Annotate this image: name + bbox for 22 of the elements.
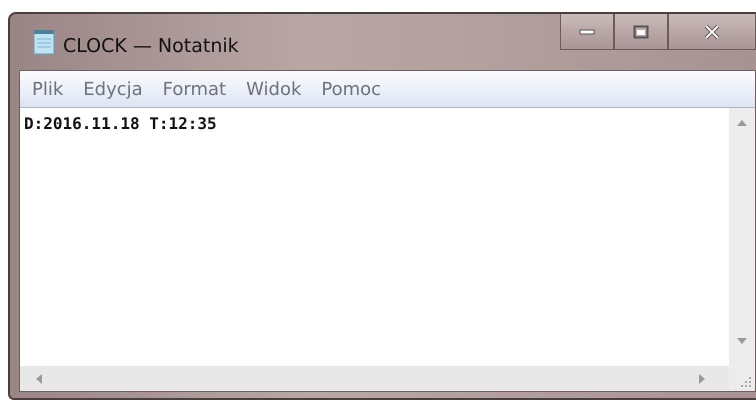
- scroll-up-arrow-icon[interactable]: [737, 120, 747, 126]
- menu-item[interactable]: Widok: [246, 78, 302, 100]
- scroll-down-arrow-icon[interactable]: [737, 338, 747, 344]
- vertical-scrollbar[interactable]: [729, 108, 755, 366]
- menu-item[interactable]: Format: [162, 78, 226, 100]
- close-button[interactable]: [668, 14, 756, 50]
- menu-item[interactable]: Edycja: [83, 78, 143, 100]
- close-icon: [703, 24, 721, 40]
- resize-grip-icon[interactable]: [741, 377, 751, 387]
- document-text: D:2016.11.18 T:12:35: [24, 114, 217, 133]
- horizontal-scrollbar[interactable]: [20, 366, 729, 391]
- scroll-right-arrow-icon[interactable]: [699, 374, 705, 384]
- maximize-button[interactable]: [614, 14, 668, 50]
- notepad-icon: [33, 29, 55, 55]
- menu-item[interactable]: Plik: [32, 78, 64, 100]
- menu-item[interactable]: Pomoc: [321, 78, 382, 100]
- text-area[interactable]: D:2016.11.18 T:12:35: [20, 108, 729, 366]
- maximize-icon: [633, 24, 649, 38]
- window-title: CLOCK — Notatnik: [63, 35, 239, 57]
- minimize-icon: [579, 28, 595, 34]
- minimize-button[interactable]: [560, 14, 614, 50]
- scroll-left-arrow-icon[interactable]: [36, 374, 42, 384]
